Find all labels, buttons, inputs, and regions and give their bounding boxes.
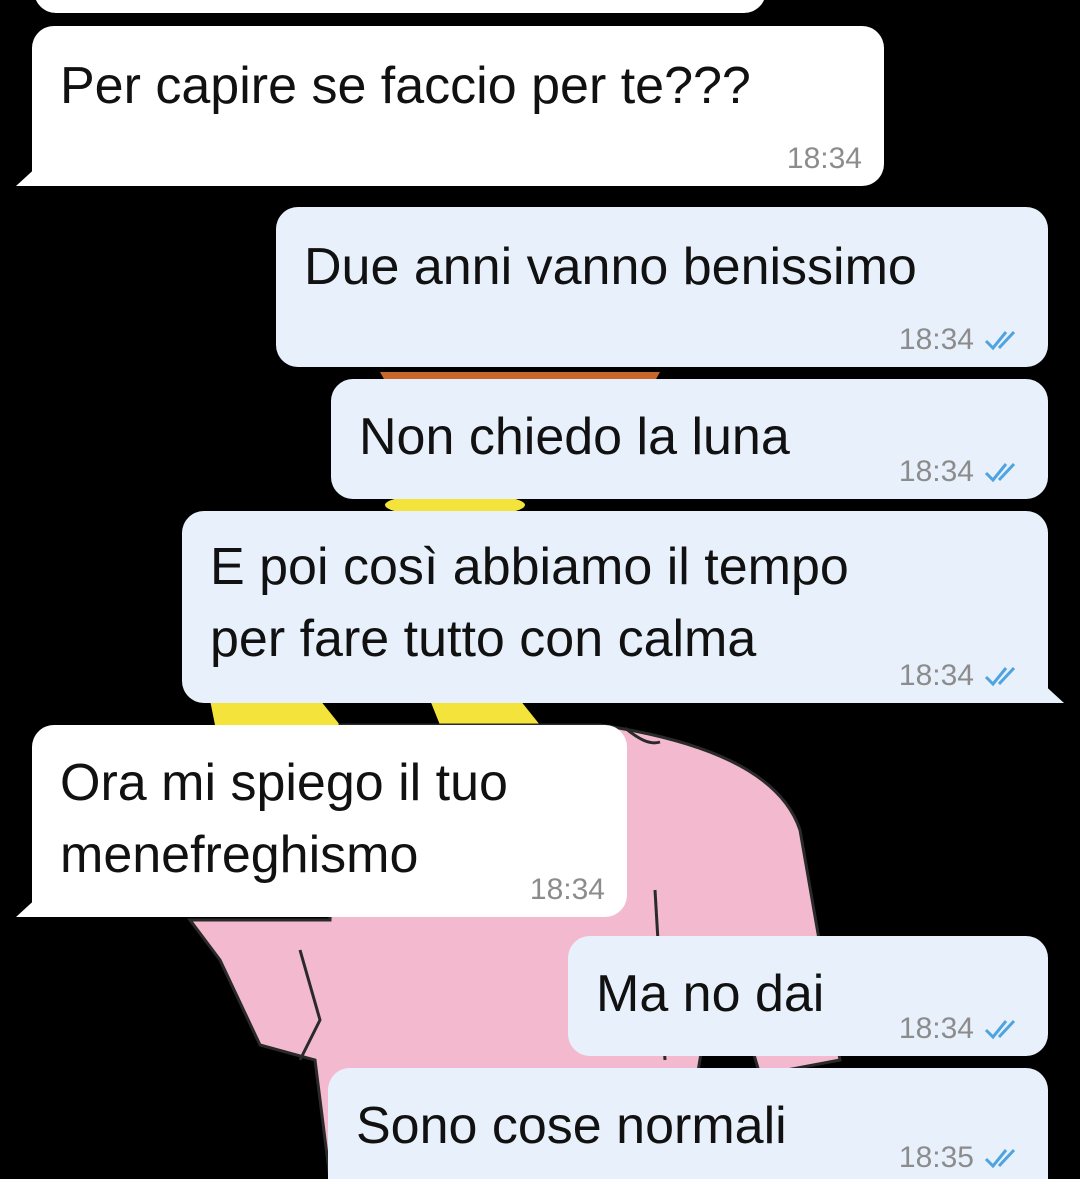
message-timestamp: 18:34 xyxy=(898,323,974,356)
message-text: Per capire se faccio per te??? xyxy=(60,57,751,115)
message-text: Non chiedo la luna xyxy=(359,408,790,466)
message-meta: 18:35 xyxy=(899,1141,1026,1175)
message-meta: 18:34 xyxy=(899,323,1026,357)
message-bubble-outgoing[interactable]: Due anni vanno benissimo 18:34 xyxy=(276,207,1048,367)
double-check-icon xyxy=(984,330,1016,351)
message-timestamp: 18:34 xyxy=(529,873,605,906)
message-bubble-incoming[interactable]: Per capire se faccio per te??? 18:34 xyxy=(16,26,884,186)
double-check-icon xyxy=(984,1148,1016,1169)
message-bubble-outgoing[interactable]: Non chiedo la luna 18:34 xyxy=(331,379,1048,499)
message-meta: 18:34 xyxy=(899,659,1026,693)
message-text: Sono cose normali xyxy=(356,1097,787,1155)
message-timestamp: 18:34 xyxy=(898,1012,974,1045)
message-meta: 18:34 xyxy=(899,455,1026,489)
message-bubble-incoming[interactable]: Ora mi spiego il tuo menefreghismo 18:34 xyxy=(16,725,627,917)
message-bubble-outgoing[interactable]: Ma no dai 18:34 xyxy=(568,936,1048,1056)
message-timestamp: 18:35 xyxy=(898,1141,974,1174)
double-check-icon xyxy=(984,666,1016,687)
message-timestamp: 18:34 xyxy=(898,659,974,692)
previous-message-bubble[interactable] xyxy=(34,0,766,13)
message-meta: 18:34 xyxy=(530,873,605,907)
double-check-icon xyxy=(984,1019,1016,1040)
message-text: Ora mi spiego il tuo menefreghismo xyxy=(60,754,508,884)
message-text: Due anni vanno benissimo xyxy=(304,238,917,296)
message-text: Ma no dai xyxy=(596,965,825,1023)
message-meta: 18:34 xyxy=(787,142,862,176)
message-timestamp: 18:34 xyxy=(786,142,862,175)
double-check-icon xyxy=(984,462,1016,483)
message-timestamp: 18:34 xyxy=(898,455,974,488)
message-meta: 18:34 xyxy=(899,1012,1026,1046)
message-bubble-outgoing[interactable]: Sono cose normali 18:35 xyxy=(328,1068,1048,1179)
message-text: E poi così abbiamo il tempo per fare tut… xyxy=(210,538,849,668)
message-bubble-outgoing[interactable]: E poi così abbiamo il tempo per fare tut… xyxy=(182,511,1064,703)
